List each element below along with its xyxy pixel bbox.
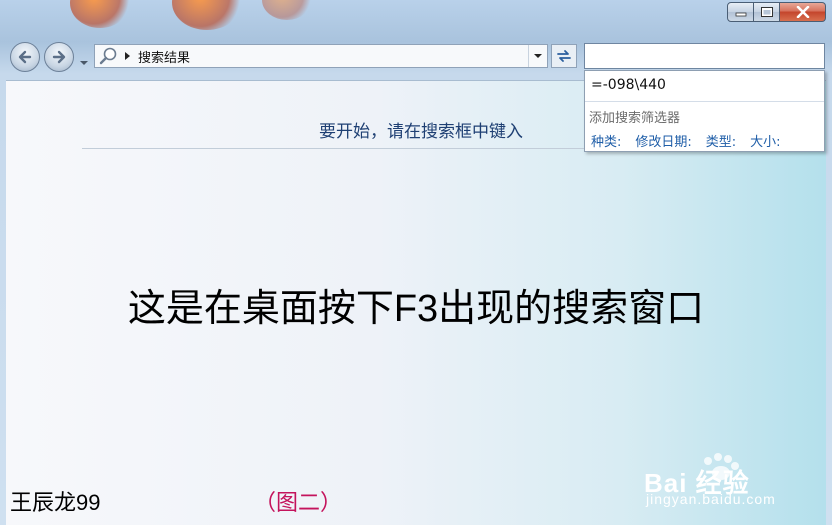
search-input[interactable]	[584, 43, 825, 69]
dropdown-divider	[585, 101, 824, 102]
search-icon	[99, 47, 117, 65]
forward-button[interactable]	[44, 42, 74, 72]
author-label: 王辰龙99	[10, 490, 101, 515]
filter-kind[interactable]: 种类:	[591, 131, 621, 150]
refresh-icon	[557, 50, 571, 62]
search-filters: 种类: 修改日期: 类型: 大小:	[591, 131, 781, 150]
desktop-glass-icon	[70, 0, 130, 28]
recent-pages-dropdown[interactable]	[79, 53, 89, 65]
filter-type[interactable]: 类型:	[706, 131, 736, 150]
minimize-icon	[735, 12, 746, 17]
chevron-down-icon	[80, 61, 88, 65]
minimize-button[interactable]	[727, 2, 754, 22]
search-suggestions-dropdown: =-098\440 添加搜索筛选器 种类: 修改日期: 类型: 大小:	[584, 70, 825, 152]
search-window: 搜索结果 要开始，请在搜索框中键入 这是在桌面按下F3出现的搜索窗口 王辰龙99…	[0, 0, 832, 525]
arrow-right-icon	[52, 50, 66, 64]
caption-buttons	[727, 2, 826, 22]
filter-size[interactable]: 大小:	[750, 131, 780, 150]
add-search-filter-label: 添加搜索筛选器	[589, 111, 681, 126]
address-dropdown-button[interactable]	[528, 45, 547, 67]
chevron-down-icon	[534, 54, 542, 58]
desktop-glass-icon	[262, 0, 312, 20]
back-button[interactable]	[10, 42, 40, 72]
annotation-headline: 这是在桌面按下F3出现的搜索窗口	[127, 288, 705, 330]
search-history-item[interactable]: =-098\440	[591, 77, 666, 93]
address-bar[interactable]: 搜索结果	[94, 44, 548, 68]
refresh-button[interactable]	[551, 44, 577, 68]
breadcrumb-search-results[interactable]: 搜索结果	[138, 47, 190, 66]
close-icon	[796, 6, 809, 18]
filter-date-modified[interactable]: 修改日期:	[635, 131, 691, 150]
close-button[interactable]	[780, 2, 826, 22]
maximize-button[interactable]	[754, 2, 780, 22]
desktop-glass-icon	[172, 0, 242, 30]
arrow-left-icon	[18, 50, 32, 64]
watermark-url: jingyan.baidu.com	[646, 491, 776, 507]
breadcrumb-arrow-icon	[125, 52, 130, 60]
figure-label: （图二）	[254, 490, 343, 515]
maximize-icon	[760, 7, 773, 17]
